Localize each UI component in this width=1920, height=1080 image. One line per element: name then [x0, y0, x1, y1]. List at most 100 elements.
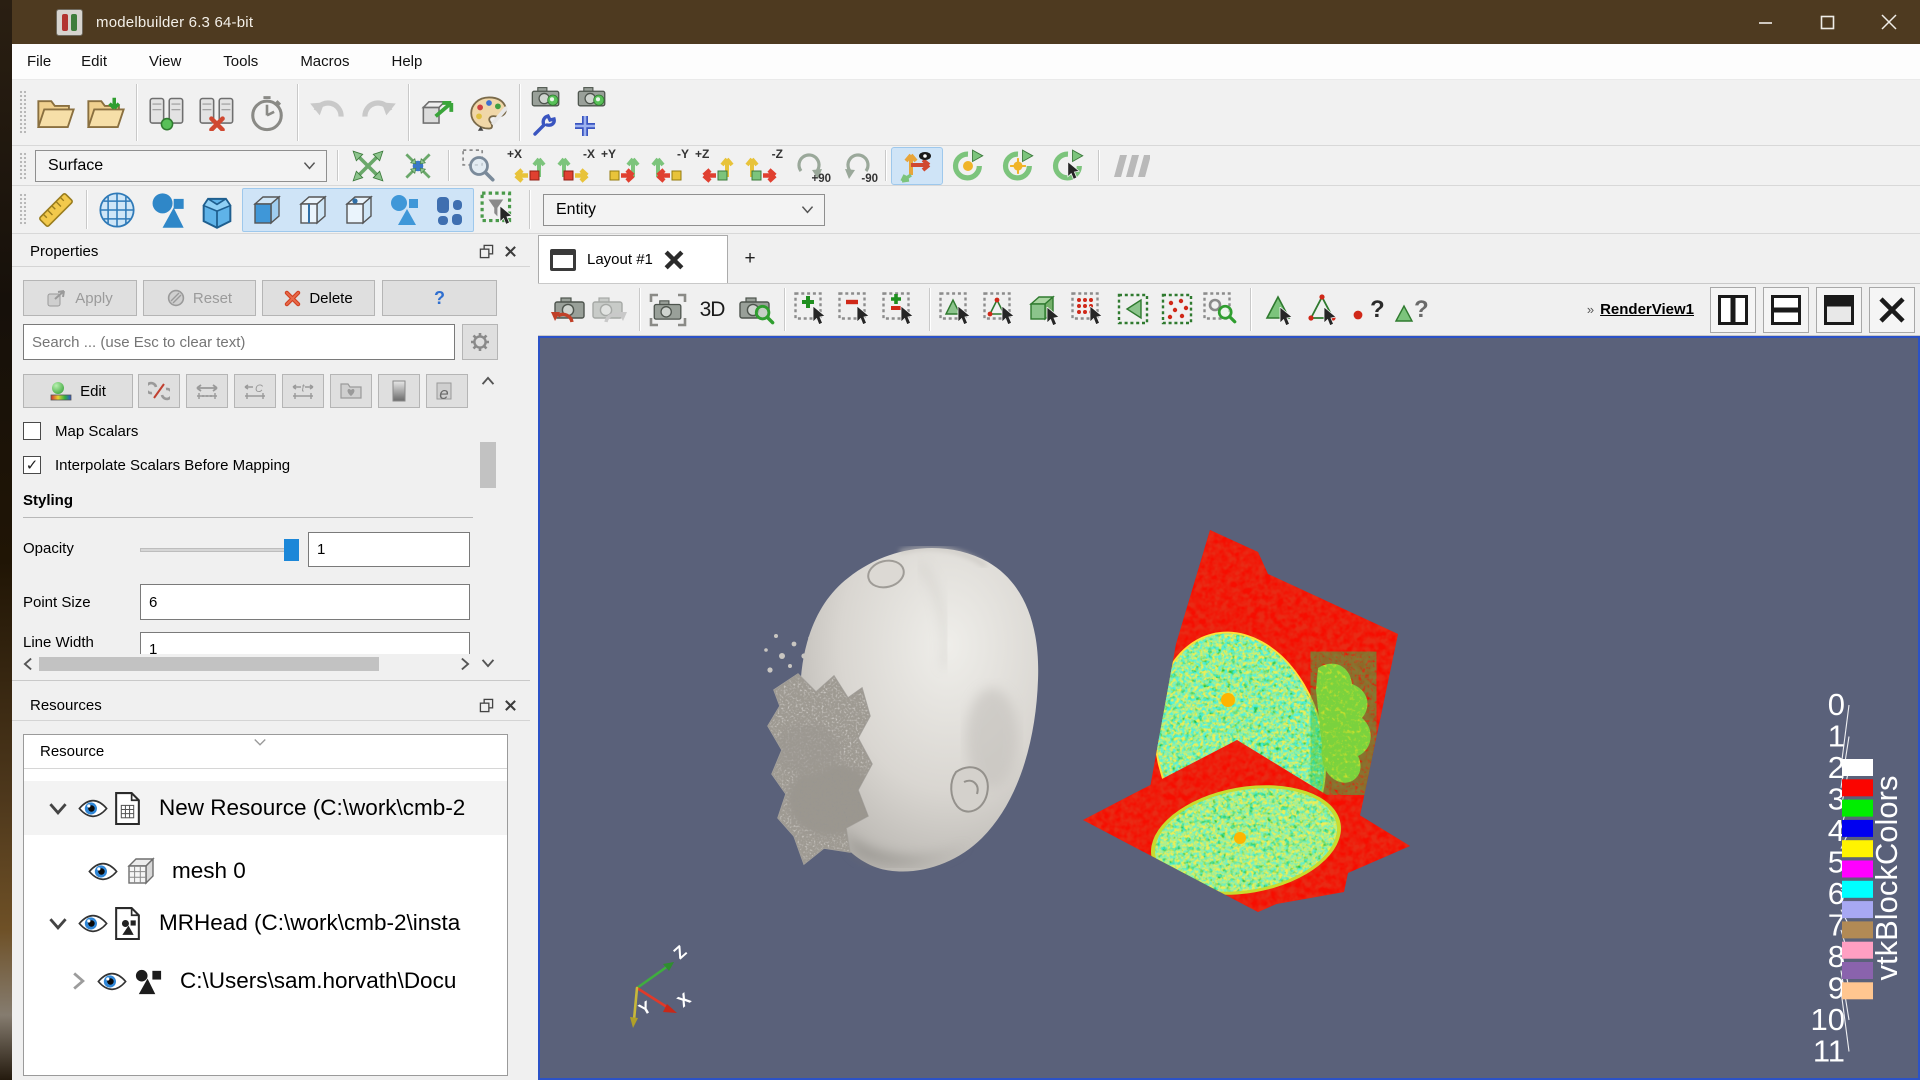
- apply-button[interactable]: Apply: [23, 280, 137, 316]
- title-bar[interactable]: modelbuilder 6.3 64-bit: [12, 0, 1920, 44]
- menu-help[interactable]: Help: [377, 53, 438, 70]
- entity-dropdown[interactable]: Entity: [543, 193, 825, 226]
- grow-selection-button[interactable]: [1258, 289, 1300, 331]
- zoom-to-data-button[interactable]: [393, 141, 443, 191]
- opacity-input[interactable]: [308, 532, 470, 567]
- visibility-eye-icon[interactable]: [78, 913, 108, 934]
- camera-undo-button[interactable]: [546, 289, 588, 331]
- search-input[interactable]: [23, 324, 455, 360]
- menu-macros[interactable]: Macros: [285, 53, 364, 70]
- menu-tools[interactable]: Tools: [208, 53, 273, 70]
- scroll-right-icon[interactable]: [460, 657, 470, 671]
- toolbar-grip[interactable]: [19, 193, 26, 226]
- interpolate-checkbox[interactable]: ✓: [23, 456, 41, 474]
- select-cells-add-button[interactable]: [792, 289, 834, 331]
- measure-button[interactable]: [31, 185, 81, 235]
- disconnect-server-button[interactable]: [192, 88, 242, 138]
- close-panel-button[interactable]: [498, 240, 522, 262]
- rotate-90-ccw-button[interactable]: -90: [833, 147, 880, 185]
- zoom-screenshot-button[interactable]: [735, 289, 777, 331]
- rep-surface-button[interactable]: [243, 189, 289, 231]
- close-button[interactable]: [1858, 0, 1920, 44]
- select-cells-on-surface-button[interactable]: [937, 289, 979, 331]
- visibility-eye-icon[interactable]: [78, 798, 108, 819]
- rotate-90-cw-button[interactable]: +90: [786, 147, 833, 185]
- toggle-2d-3d-button[interactable]: 3D: [691, 289, 733, 331]
- visibility-eye-icon[interactable]: [88, 861, 118, 882]
- glyph-source-button[interactable]: [142, 185, 192, 235]
- properties-horizontal-scrollbar[interactable]: [23, 654, 470, 674]
- minimize-button[interactable]: [1734, 0, 1796, 44]
- rep-glyph-button[interactable]: [381, 189, 427, 231]
- camera-plus-x-button[interactable]: +X: [504, 147, 551, 185]
- solid-prism-button[interactable]: [192, 185, 242, 235]
- new-layout-tab-button[interactable]: +: [728, 235, 772, 283]
- map-scalars-checkbox[interactable]: [23, 422, 41, 440]
- rotate-with-cursor-button[interactable]: [1043, 141, 1093, 191]
- camera-minus-x-button[interactable]: -X: [551, 147, 598, 185]
- preset-editor-button[interactable]: e: [426, 374, 468, 408]
- extract-selection-filter-button[interactable]: [474, 185, 524, 235]
- capture-screenshot-button[interactable]: [531, 83, 561, 112]
- tree-row-new-resource[interactable]: New Resource (C:\work\cmb-2: [24, 781, 507, 835]
- select-block-button[interactable]: [1025, 289, 1067, 331]
- menu-file[interactable]: File: [12, 53, 66, 70]
- color-palette-button[interactable]: [464, 88, 514, 138]
- query-cell-button[interactable]: ?: [1390, 289, 1432, 331]
- camera-redo-button[interactable]: [590, 289, 632, 331]
- representation-dropdown[interactable]: Surface: [35, 149, 327, 182]
- rotate-about-crosshair-button[interactable]: [993, 141, 1043, 191]
- interactive-select-button[interactable]: [1201, 289, 1243, 331]
- redo-button[interactable]: [353, 88, 403, 138]
- reset-camera-button[interactable]: [343, 141, 393, 191]
- timer-button[interactable]: [242, 88, 292, 138]
- rescale-range-button[interactable]: [186, 374, 228, 408]
- camera-plus-y-button[interactable]: +Y: [598, 147, 645, 185]
- scroll-down-icon[interactable]: [481, 658, 495, 668]
- show-orientation-axes-button[interactable]: [891, 146, 943, 185]
- select-points-on-surface-button[interactable]: [981, 289, 1023, 331]
- layout-tab[interactable]: Layout #1: [538, 235, 728, 283]
- collapsed-chevron-icon[interactable]: [72, 971, 85, 991]
- open-import-button[interactable]: [81, 88, 131, 138]
- scroll-thumb[interactable]: [39, 657, 379, 671]
- resources-column-header[interactable]: Resource: [24, 735, 507, 769]
- separate-colormap-button[interactable]: [138, 374, 180, 408]
- camera-plus-z-button[interactable]: +Z: [692, 147, 739, 185]
- select-frustum-points-button[interactable]: [1113, 289, 1155, 331]
- shrink-selection-button[interactable]: [1302, 289, 1344, 331]
- undo-button[interactable]: [303, 88, 353, 138]
- rep-surface-edges-button[interactable]: [289, 189, 335, 231]
- camera-minus-y-button[interactable]: -Y: [645, 147, 692, 185]
- split-vertical-button[interactable]: [1763, 286, 1809, 333]
- rescale-temporal-button[interactable]: t: [282, 374, 324, 408]
- mesh-grid-button[interactable]: [92, 185, 142, 235]
- add-plus-button[interactable]: [573, 114, 597, 143]
- search-options-button[interactable]: [462, 324, 498, 360]
- rep-points-button[interactable]: [335, 189, 381, 231]
- select-cells-toggle-button[interactable]: [880, 289, 922, 331]
- camera-minus-z-button[interactable]: -Z: [739, 147, 786, 185]
- select-cells-subtract-button[interactable]: [836, 289, 878, 331]
- select-frustum-cells-button[interactable]: [1069, 289, 1111, 331]
- edit-color-map-button[interactable]: Edit: [23, 374, 133, 408]
- scroll-left-icon[interactable]: [23, 657, 33, 671]
- rescale-custom-button[interactable]: C: [234, 374, 276, 408]
- maximize-view-button[interactable]: [1816, 286, 1862, 333]
- capture-view-button[interactable]: [647, 289, 689, 331]
- menu-view[interactable]: View: [134, 53, 196, 70]
- visibility-eye-icon[interactable]: [97, 971, 127, 992]
- resources-tree[interactable]: Resource New Resource (C:\work\cmb-2 mes…: [23, 734, 508, 1076]
- scroll-up-icon[interactable]: [481, 376, 495, 386]
- select-points-frustum-button[interactable]: [1157, 289, 1199, 331]
- connect-server-button[interactable]: [142, 88, 192, 138]
- export-scene-button[interactable]: [414, 88, 464, 138]
- help-button[interactable]: ?: [382, 280, 497, 316]
- delete-button[interactable]: Delete: [262, 280, 375, 316]
- properties-panel-header[interactable]: Properties: [12, 236, 530, 267]
- rep-blocks-button[interactable]: [427, 189, 473, 231]
- float-panel-button[interactable]: [474, 694, 498, 716]
- tree-row-mesh0[interactable]: mesh 0: [24, 847, 507, 895]
- render-viewport[interactable]: Z X Y 0 1 2 3 4 5 6 7 8 9 10 11 vtkBlock…: [538, 336, 1920, 1080]
- render-view-name[interactable]: RenderView1: [1600, 301, 1694, 318]
